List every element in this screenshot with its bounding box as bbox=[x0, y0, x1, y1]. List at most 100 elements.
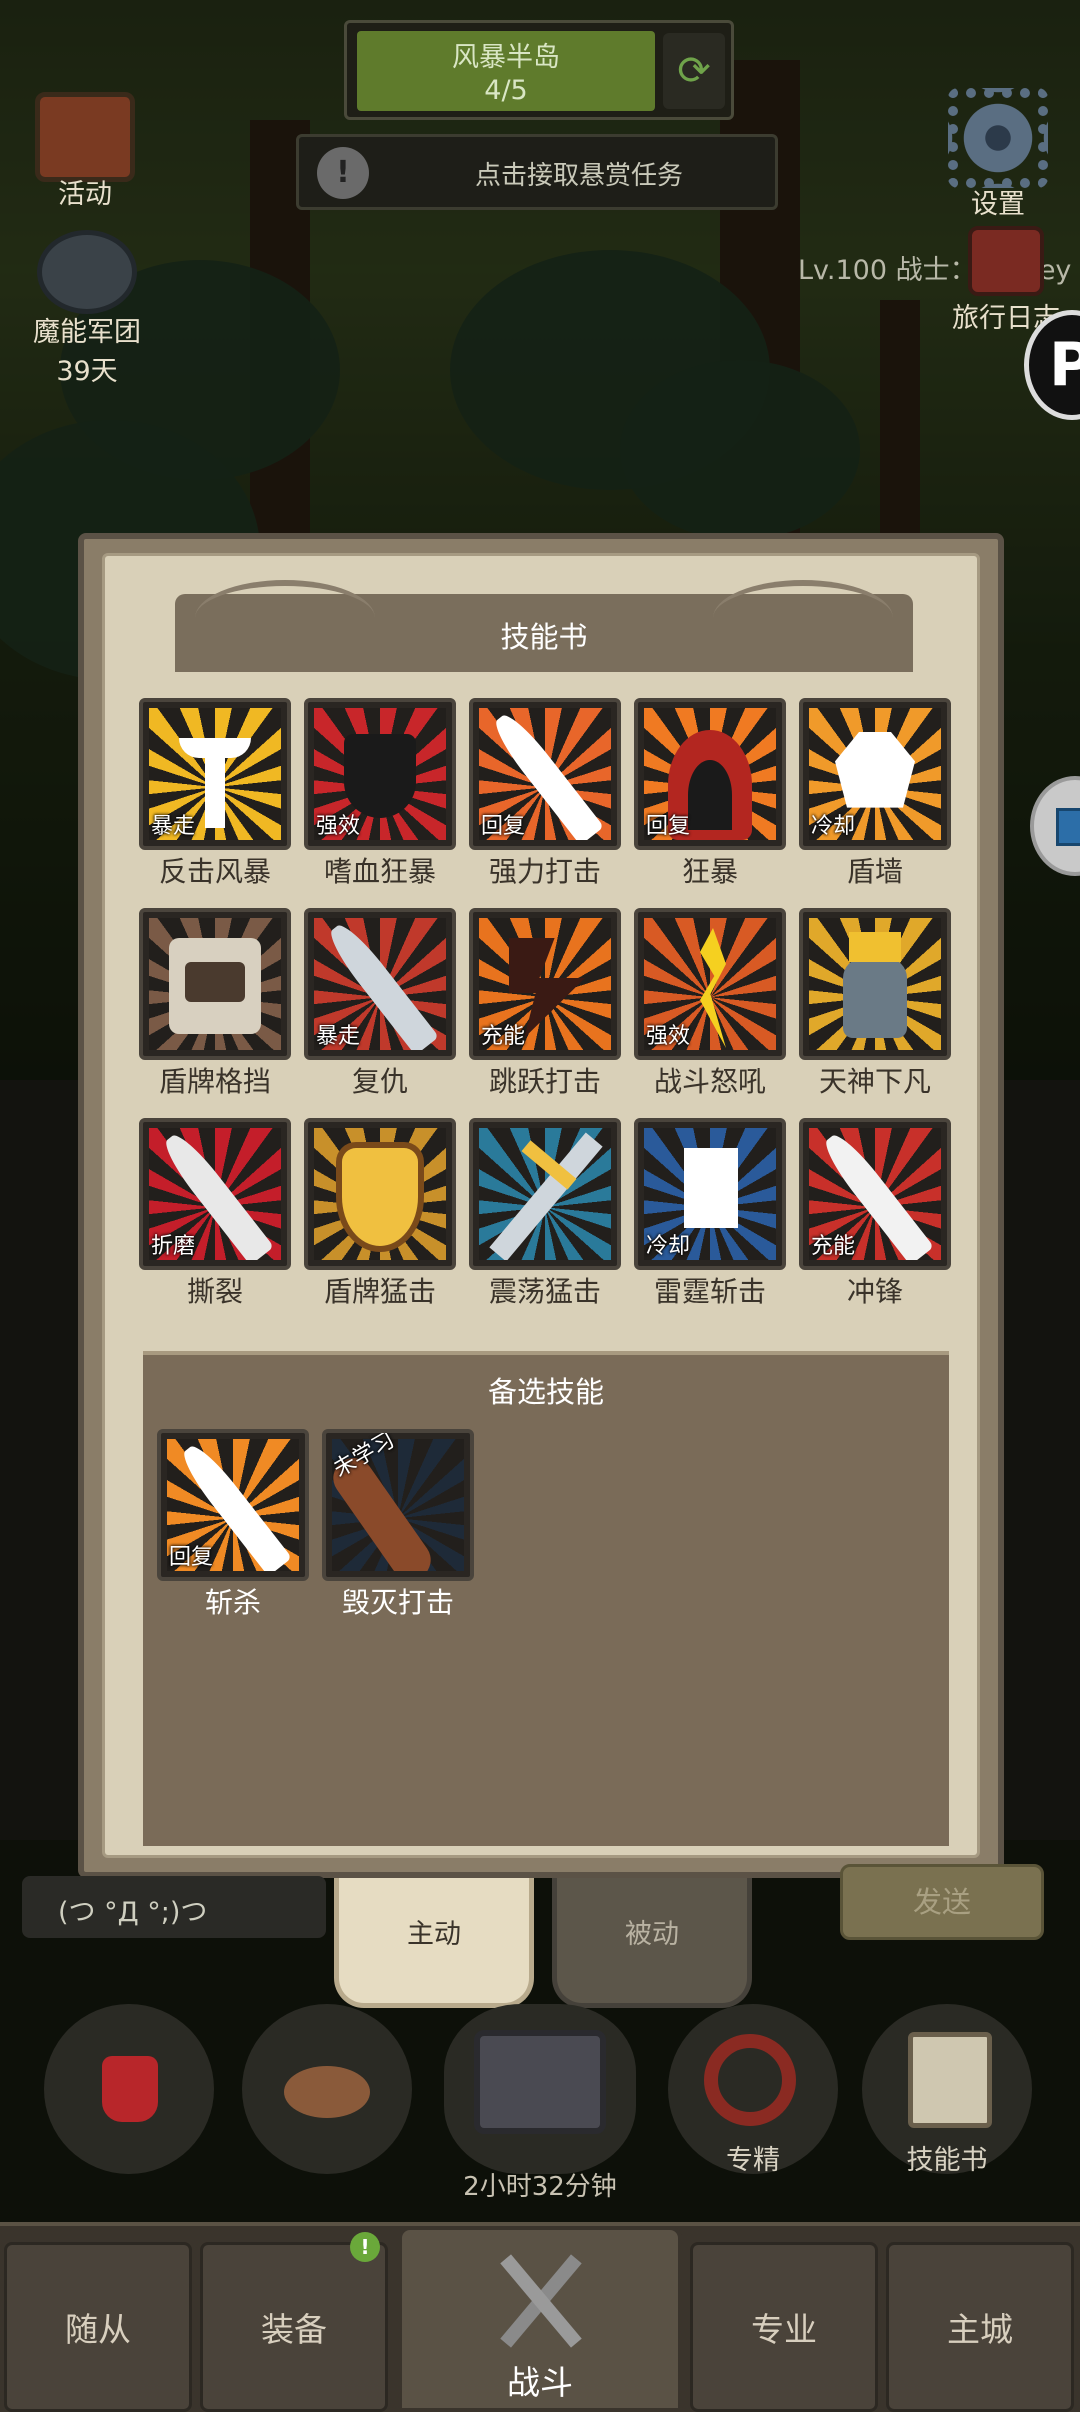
crossed-swords-icon bbox=[498, 2250, 582, 2350]
skill-name: 盾牌猛击 bbox=[323, 1275, 436, 1308]
nav-profession[interactable]: 专业 bbox=[690, 2242, 878, 2412]
region-name: 风暴半岛 bbox=[452, 42, 560, 73]
skill-slot[interactable]: 强效 战斗怒吼 bbox=[634, 908, 786, 1108]
skill-slot[interactable]: 回复 斩杀 bbox=[157, 1429, 309, 1629]
cube-icon bbox=[1056, 808, 1080, 846]
treasure-chest-button[interactable] bbox=[444, 2004, 636, 2174]
skill-slot[interactable]: 暴走 复仇 bbox=[304, 908, 456, 1108]
skill-slot[interactable]: 强效 嗜血狂暴 bbox=[304, 698, 456, 898]
skill-tile[interactable] bbox=[469, 1118, 621, 1270]
skill-tile[interactable] bbox=[139, 908, 291, 1060]
skill-tile[interactable]: 暴走 bbox=[139, 698, 291, 850]
skill-slot[interactable]: 充能 跳跃打击 bbox=[469, 908, 621, 1108]
food-button[interactable] bbox=[242, 2004, 412, 2174]
bounty-task-label: 点击接取悬赏任务 bbox=[474, 161, 683, 191]
skill-name: 雷霆斩击 bbox=[653, 1275, 766, 1308]
skill-book-panel: 技能书 暴走 反击风暴 强效 嗜血狂暴 回复 强力打击 回复 狂暴 冷却 盾墙 … bbox=[78, 533, 1004, 1878]
skill-name: 震荡猛击 bbox=[488, 1275, 601, 1308]
tab-passive-skills[interactable]: 被动 bbox=[552, 1878, 752, 2008]
skill-tile[interactable] bbox=[304, 1118, 456, 1270]
swap-icon[interactable]: ⟳ bbox=[663, 33, 725, 109]
skill-slot[interactable]: 折磨 撕裂 bbox=[139, 1118, 291, 1318]
skill-tile[interactable]: 暴走 bbox=[304, 908, 456, 1060]
skill-book-button[interactable]: 技能书 bbox=[862, 2004, 1032, 2176]
skill-book-icon bbox=[908, 2032, 992, 2128]
skill-tag: 冷却 bbox=[811, 814, 856, 839]
skill-name: 盾墙 bbox=[846, 855, 903, 888]
region-progress[interactable]: 风暴半岛 4/5 ⟳ bbox=[344, 20, 734, 120]
skill-tag: 暴走 bbox=[151, 814, 196, 839]
skill-slot[interactable]: 盾牌猛击 bbox=[304, 1118, 456, 1318]
panel-title: 技能书 bbox=[500, 620, 588, 654]
skill-tag: 回复 bbox=[169, 1545, 214, 1570]
skill-tile[interactable]: 冷却 bbox=[634, 1118, 786, 1270]
skill-name: 战斗怒吼 bbox=[653, 1065, 766, 1098]
skill-tile[interactable]: 强效 bbox=[634, 908, 786, 1060]
journal-book-icon bbox=[968, 226, 1044, 296]
specialize-button[interactable]: 专精 bbox=[668, 2004, 838, 2176]
skill-tag: 折磨 bbox=[151, 1234, 196, 1259]
skill-tile[interactable]: 充能 bbox=[799, 1118, 951, 1270]
shield-block-icon bbox=[149, 918, 281, 1050]
skill-slot[interactable]: 回复 强力打击 bbox=[469, 698, 621, 898]
nav-equipment[interactable]: 装备 bbox=[200, 2242, 388, 2412]
skill-tag: 充能 bbox=[481, 1024, 526, 1049]
skill-tag: 暴走 bbox=[316, 1024, 361, 1049]
skill-slot[interactable]: 充能 冲锋 bbox=[799, 1118, 951, 1318]
equipment-badge: ! bbox=[350, 2232, 380, 2262]
tab-active-skills[interactable]: 主动 bbox=[334, 1878, 534, 2008]
skill-slot[interactable]: 盾牌格挡 bbox=[139, 908, 291, 1108]
skill-slot[interactable]: 回复 狂暴 bbox=[634, 698, 786, 898]
nav-followers[interactable]: 随从 bbox=[4, 2242, 192, 2412]
skill-name: 反击风暴 bbox=[158, 855, 271, 888]
shield-slam-icon bbox=[314, 1128, 446, 1260]
nav-fight[interactable]: 战斗 bbox=[398, 2226, 682, 2412]
skill-slot[interactable]: 冷却 盾墙 bbox=[799, 698, 951, 898]
skill-name: 跳跃打击 bbox=[488, 1065, 601, 1098]
chat-message[interactable]: (つ °Д °;)つ bbox=[22, 1876, 326, 1938]
skill-slot[interactable]: 天神下凡 bbox=[799, 908, 951, 1108]
skill-slot[interactable]: 震荡猛击 bbox=[469, 1118, 621, 1318]
skill-tile[interactable]: 折磨 bbox=[139, 1118, 291, 1270]
skill-name: 毁灭打击 bbox=[341, 1586, 454, 1619]
skill-name: 斩杀 bbox=[204, 1586, 261, 1619]
gear-icon bbox=[948, 88, 1048, 188]
nav-capital[interactable]: 主城 bbox=[886, 2242, 1074, 2412]
send-button[interactable]: 发送 bbox=[840, 1864, 1044, 1940]
skill-slot[interactable]: 未学习 毁灭打击 bbox=[322, 1429, 474, 1629]
target-icon bbox=[704, 2034, 796, 2126]
activity-button[interactable]: 活动 bbox=[20, 92, 150, 211]
skill-tile[interactable]: 充能 bbox=[469, 908, 621, 1060]
settings-label: 设置 bbox=[971, 189, 1025, 220]
skill-name: 强力打击 bbox=[488, 855, 601, 888]
chest-timer: 2小时32分钟 bbox=[463, 2172, 617, 2202]
legion-button[interactable]: 魔能军团 39天 bbox=[12, 230, 162, 388]
legion-label: 魔能军团 bbox=[33, 317, 141, 348]
skill-book-page: 技能书 暴走 反击风暴 强效 嗜血狂暴 回复 强力打击 回复 狂暴 冷却 盾墙 … bbox=[102, 553, 980, 1858]
nav-fight-label: 战斗 bbox=[507, 2363, 573, 2402]
skill-tile[interactable]: 强效 bbox=[304, 698, 456, 850]
skill-tile[interactable] bbox=[799, 908, 951, 1060]
skill-tag: 充能 bbox=[811, 1234, 856, 1259]
skill-slot[interactable]: 暴走 反击风暴 bbox=[139, 698, 291, 898]
potion-button[interactable] bbox=[44, 2004, 214, 2174]
skill-tag: 回复 bbox=[481, 814, 526, 839]
scroll-icon bbox=[35, 92, 135, 182]
avatar-icon bbox=[809, 918, 941, 1050]
region-progress-count: 4/5 bbox=[484, 75, 528, 106]
skill-tile[interactable]: 冷却 bbox=[799, 698, 951, 850]
skill-slot[interactable]: 冷却 雷霆斩击 bbox=[634, 1118, 786, 1318]
skill-name: 冲锋 bbox=[846, 1275, 903, 1308]
skill-tile[interactable]: 回复 bbox=[469, 698, 621, 850]
specialize-label: 专精 bbox=[726, 2145, 780, 2176]
skill-name: 嗜血狂暴 bbox=[323, 855, 436, 888]
skill-name: 复仇 bbox=[351, 1065, 408, 1098]
skill-tag: 强效 bbox=[646, 1024, 691, 1049]
skill-name: 天神下凡 bbox=[818, 1065, 931, 1098]
skill-tile[interactable]: 未学习 bbox=[322, 1429, 474, 1581]
settings-button[interactable]: 设置 bbox=[938, 88, 1058, 221]
skill-name: 狂暴 bbox=[681, 855, 738, 888]
bounty-task-button[interactable]: ! 点击接取悬赏任务 bbox=[296, 134, 778, 210]
skill-tile[interactable]: 回复 bbox=[157, 1429, 309, 1581]
skill-tile[interactable]: 回复 bbox=[634, 698, 786, 850]
